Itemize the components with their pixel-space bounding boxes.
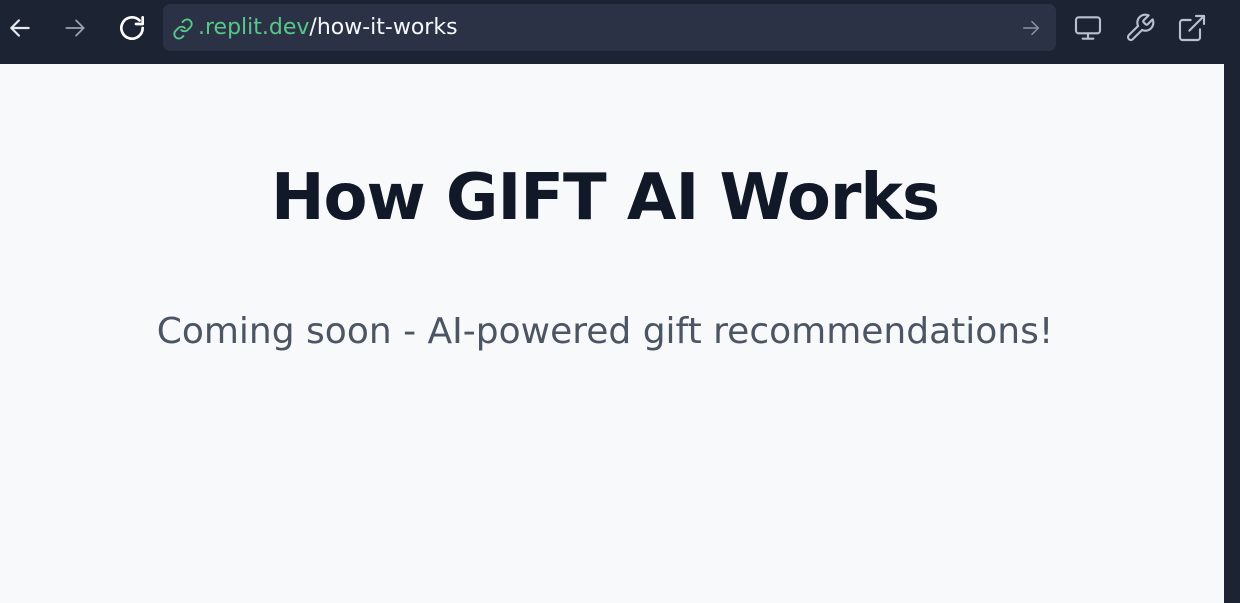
link-icon (172, 18, 193, 40)
window-edge (1224, 62, 1240, 603)
reload-button[interactable] (112, 8, 152, 48)
desktop-view-button[interactable] (1068, 8, 1108, 48)
desktop-icon (1072, 12, 1104, 44)
address-bar[interactable]: .replit.dev/how-it-works (163, 4, 1056, 51)
devtools-button[interactable] (1120, 8, 1160, 48)
arrow-right-icon (62, 15, 88, 41)
url-domain: .replit.dev (198, 15, 310, 40)
reload-icon (116, 12, 148, 44)
page-viewport: How GIFT AI Works Coming soon - AI-power… (0, 64, 1224, 603)
open-in-new-tab-button[interactable] (1172, 8, 1212, 48)
forward-button[interactable] (55, 8, 95, 48)
page-subtitle: Coming soon - AI-powered gift recommenda… (156, 311, 1054, 352)
go-arrow-icon[interactable] (1020, 17, 1042, 39)
url-text[interactable]: .replit.dev/how-it-works (198, 14, 458, 41)
arrow-left-icon (7, 15, 33, 41)
back-button[interactable] (0, 8, 40, 48)
page-title: How GIFT AI Works (270, 161, 940, 235)
url-path: /how-it-works (309, 15, 458, 40)
wrench-icon (1124, 12, 1156, 44)
external-link-icon (1176, 12, 1208, 44)
browser-toolbar: .replit.dev/how-it-works (0, 0, 1240, 62)
